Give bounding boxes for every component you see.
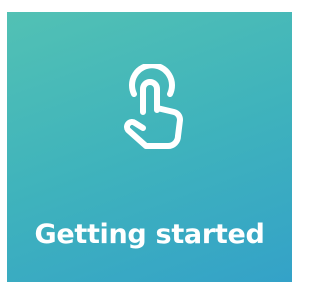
getting-started-tile[interactable]: Getting started bbox=[7, 12, 292, 282]
tile-label: Getting started bbox=[34, 219, 265, 250]
tap-hand-icon bbox=[120, 64, 188, 154]
